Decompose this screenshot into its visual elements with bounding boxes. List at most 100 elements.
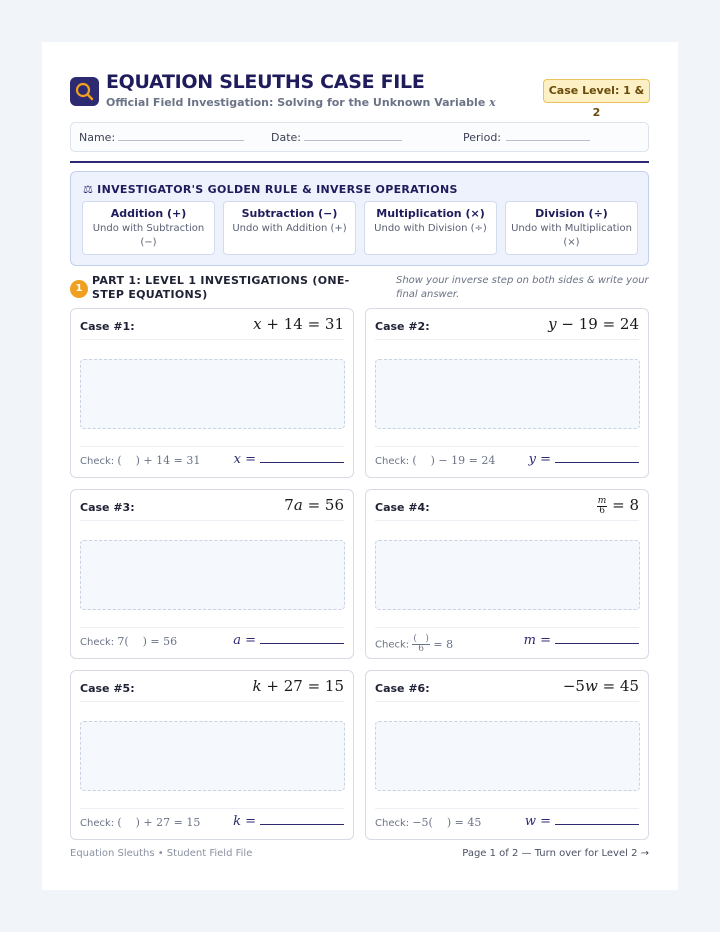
subtitle-text: Official Field Investigation: Solving fo… bbox=[106, 96, 486, 109]
header-divider bbox=[70, 161, 649, 163]
answer-field[interactable]: a = bbox=[233, 633, 344, 648]
case-label: Case #6: bbox=[375, 682, 430, 695]
work-area[interactable] bbox=[80, 359, 345, 429]
answer-blank[interactable] bbox=[260, 816, 344, 825]
op-desc: Undo with Multiplication (×) bbox=[511, 223, 632, 248]
check-label: Check: bbox=[80, 637, 115, 648]
check-label: Check: bbox=[375, 639, 410, 651]
work-area[interactable] bbox=[375, 359, 640, 429]
case-card-1: Case #1: x + 14 = 31 Check: ( ) + 14 = 3… bbox=[70, 308, 354, 478]
check-line: Check: ( ) + 14 = 31 bbox=[80, 454, 201, 467]
case-equation: −5w = 45 bbox=[562, 677, 639, 695]
fraction: m6 bbox=[596, 495, 608, 516]
answer-field[interactable]: x = bbox=[234, 452, 344, 467]
answer-blank[interactable] bbox=[555, 454, 639, 463]
variable: a bbox=[293, 496, 303, 514]
golden-rule-title: INVESTIGATOR'S GOLDEN RULE & INVERSE OPE… bbox=[97, 183, 458, 196]
answer-field[interactable]: m = bbox=[524, 633, 639, 648]
answer-field[interactable]: k = bbox=[233, 814, 344, 829]
divider bbox=[80, 339, 344, 340]
case-label: Case #4: bbox=[375, 501, 430, 514]
op-desc: Undo with Subtraction (−) bbox=[92, 223, 205, 248]
answer-field[interactable]: w = bbox=[525, 814, 639, 829]
part-title: PART 1: LEVEL 1 INVESTIGATIONS (ONE-STEP… bbox=[92, 274, 350, 301]
op-desc: Undo with Division (÷) bbox=[374, 223, 487, 234]
divider bbox=[375, 339, 639, 340]
case-equation: x + 14 = 31 bbox=[253, 315, 344, 333]
divider bbox=[80, 808, 344, 809]
case-card-2: Case #2: y − 19 = 24 Check: ( ) − 19 = 2… bbox=[365, 308, 649, 478]
golden-rule-box: ⚖ INVESTIGATOR'S GOLDEN RULE & INVERSE OP… bbox=[70, 171, 649, 266]
case-card-3: Case #3: 7a = 56 Check: 7( ) = 56 a = bbox=[70, 489, 354, 659]
date-field[interactable] bbox=[304, 140, 402, 141]
check-label: Check: bbox=[375, 818, 410, 829]
work-area[interactable] bbox=[375, 721, 640, 791]
answer-blank[interactable] bbox=[260, 454, 344, 463]
check-label: Check: bbox=[80, 456, 115, 467]
answer-label: k = bbox=[233, 814, 256, 829]
work-area[interactable] bbox=[80, 721, 345, 791]
work-area[interactable] bbox=[80, 540, 345, 610]
answer-label: x = bbox=[233, 452, 256, 467]
op-name: Multiplication (×) bbox=[376, 207, 485, 220]
divider bbox=[80, 627, 344, 628]
answer-blank[interactable] bbox=[260, 635, 344, 644]
variable: m bbox=[596, 495, 608, 507]
period-label: Period: bbox=[463, 131, 502, 144]
magnifying-glass-icon bbox=[75, 82, 94, 101]
answer-blank[interactable] bbox=[555, 635, 639, 644]
part-instructions: Show your inverse step on both sides & w… bbox=[396, 275, 649, 300]
check-line: Check: ( ) 6 = 8 bbox=[375, 634, 454, 654]
worksheet-page: EQUATION SLEUTHS CASE FILE Official Fiel… bbox=[42, 42, 678, 890]
page-subtitle: Official Field Investigation: Solving fo… bbox=[106, 96, 496, 109]
answer-blank[interactable] bbox=[555, 816, 639, 825]
divider bbox=[80, 520, 344, 521]
subtitle-variable: x bbox=[489, 96, 496, 109]
variable: x bbox=[253, 315, 262, 333]
case-card-5: Case #5: k + 27 = 15 Check: ( ) + 27 = 1… bbox=[70, 670, 354, 840]
op-card-division: Division (÷) Undo with Multiplication (×… bbox=[505, 201, 638, 255]
case-card-6: Case #6: −5w = 45 Check: −5( ) = 45 w = bbox=[365, 670, 649, 840]
answer-label: m = bbox=[523, 633, 551, 648]
check-line: Check: 7( ) = 56 bbox=[80, 635, 178, 648]
case-label: Case #5: bbox=[80, 682, 135, 695]
op-desc: Undo with Addition (+) bbox=[232, 223, 347, 234]
divider bbox=[80, 446, 344, 447]
name-label: Name: bbox=[79, 131, 116, 144]
op-name: Division (÷) bbox=[535, 207, 608, 220]
check-line: Check: −5( ) = 45 bbox=[375, 816, 482, 829]
part-number-badge: 1 bbox=[70, 280, 88, 298]
case-level-badge: Case Level: 1 & 2 bbox=[543, 79, 650, 119]
case-equation: 7a = 56 bbox=[284, 496, 344, 514]
check-label: Check: bbox=[80, 818, 115, 829]
student-info-bar: Name: Date: Period: bbox=[70, 122, 649, 152]
case-label: Case #2: bbox=[375, 320, 430, 333]
name-field[interactable] bbox=[118, 140, 244, 141]
case-equation: m6 = 8 bbox=[596, 495, 639, 516]
golden-rule-heading: ⚖ INVESTIGATOR'S GOLDEN RULE & INVERSE OP… bbox=[83, 183, 458, 196]
divider bbox=[375, 627, 639, 628]
op-name: Subtraction (−) bbox=[241, 207, 338, 220]
case-card-4: Case #4: m6 = 8 Check: ( ) 6 = 8 m = bbox=[365, 489, 649, 659]
divider bbox=[375, 446, 639, 447]
work-area[interactable] bbox=[375, 540, 640, 610]
date-label: Date: bbox=[271, 131, 301, 144]
footer-left: Equation Sleuths • Student Field File bbox=[70, 848, 253, 859]
variable: w bbox=[584, 677, 598, 695]
divider bbox=[375, 808, 639, 809]
period-field[interactable] bbox=[506, 140, 590, 141]
answer-label: y = bbox=[528, 452, 551, 467]
balance-scale-icon: ⚖ bbox=[83, 183, 94, 196]
check-line: Check: ( ) + 27 = 15 bbox=[80, 816, 201, 829]
page-title: EQUATION SLEUTHS CASE FILE bbox=[106, 71, 425, 93]
divider bbox=[80, 701, 344, 702]
variable: k bbox=[252, 677, 262, 695]
case-label: Case #3: bbox=[80, 501, 135, 514]
check-line: Check: ( ) − 19 = 24 bbox=[375, 454, 496, 467]
answer-label: a = bbox=[233, 633, 256, 648]
case-label: Case #1: bbox=[80, 320, 135, 333]
op-card-multiplication: Multiplication (×) Undo with Division (÷… bbox=[364, 201, 497, 255]
answer-field[interactable]: y = bbox=[529, 452, 639, 467]
op-card-addition: Addition (+) Undo with Subtraction (−) bbox=[82, 201, 215, 255]
op-name: Addition (+) bbox=[110, 207, 187, 220]
